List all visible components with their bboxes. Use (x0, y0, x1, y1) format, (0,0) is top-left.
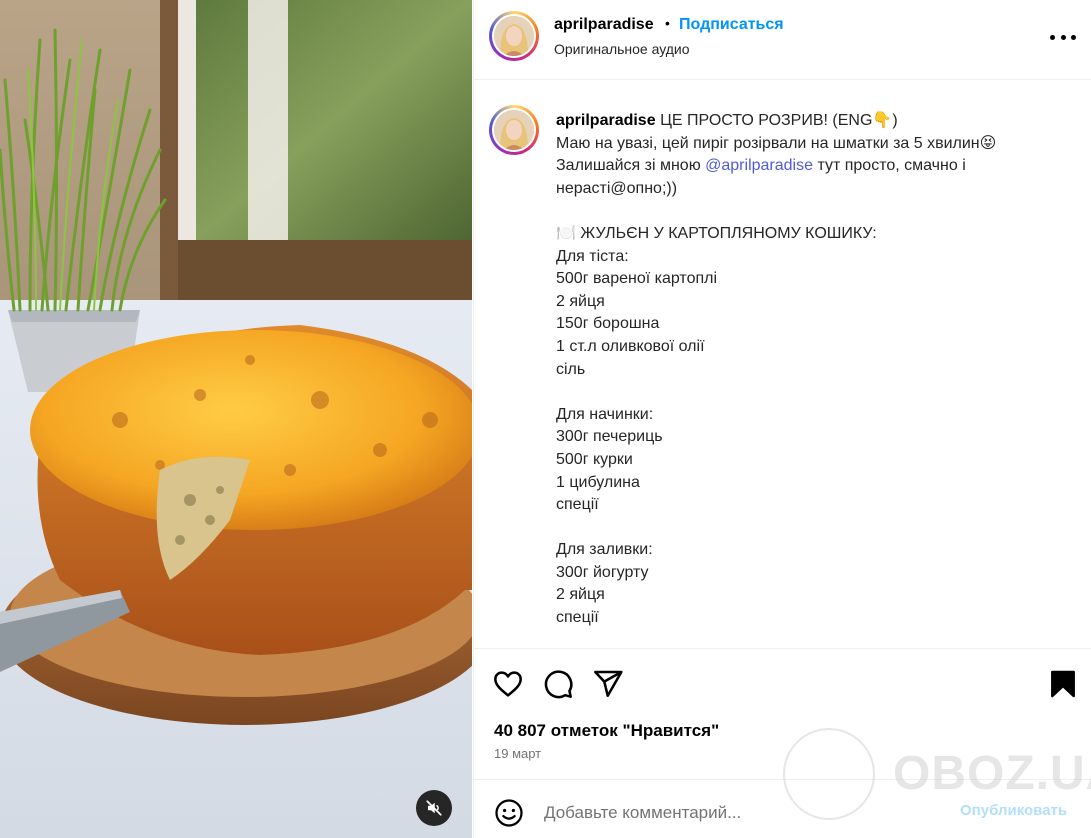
emoji-icon[interactable] (494, 798, 524, 828)
profile-photo-icon (494, 110, 534, 150)
caption-line (556, 381, 1071, 404)
caption-line: 500г вареної картоплі (556, 270, 718, 288)
pie-photo (0, 0, 472, 838)
caption-line: 500г курки (556, 450, 633, 468)
heart-icon[interactable] (492, 668, 524, 700)
caption-line: Для заливки: (556, 541, 653, 559)
publish-button[interactable]: Опубликовать (960, 802, 1067, 819)
audio-label[interactable]: Оригинальное аудио (554, 41, 690, 57)
follow-button[interactable]: Подписаться (679, 16, 784, 34)
post-date[interactable]: 19 март (494, 746, 541, 761)
caption-line: Маю на увазі, цей пиріг розірвали на шма… (556, 134, 997, 152)
caption-line: спеції (556, 496, 599, 514)
more-options-button[interactable] (1050, 26, 1076, 48)
comment-bar: Опубликовать (474, 781, 1091, 838)
more-dot (1060, 34, 1066, 40)
caption-line: Для тіста: (556, 247, 629, 265)
more-dot (1071, 34, 1076, 40)
comment-icon[interactable] (542, 668, 574, 700)
caption-line: 1 ст.л оливкової олії (556, 337, 705, 355)
post-panel: aprilparadise • Подписаться Оригинальное… (473, 0, 1091, 838)
action-bar: 40 807 отметок "Нравится" 19 март (474, 650, 1091, 780)
post-header: aprilparadise • Подписаться Оригинальное… (474, 0, 1091, 80)
caption-username[interactable]: aprilparadise (556, 112, 656, 129)
caption-line: сіль (556, 360, 586, 378)
caption-line: нерасті@опно;)) (556, 179, 678, 197)
caption-line-text: тут просто, смачно і (813, 157, 966, 175)
post-media[interactable] (0, 0, 472, 838)
caption-line: 2 яйця (556, 586, 605, 604)
mute-button[interactable] (416, 790, 452, 826)
caption-line: 1 цибулина (556, 473, 640, 491)
likes-count[interactable]: 40 807 отметок "Нравится" (494, 721, 719, 741)
caption-line: 🍽️ ЖУЛЬЄН У КАРТОПЛЯНОМУ КОШИКУ: (556, 224, 877, 242)
caption-line: Залишайся зі мною @aprilparadise тут про… (556, 155, 1071, 178)
separator-dot: • (665, 15, 670, 31)
caption-line-text: ЦЕ ПРОСТО РОЗРИВ! (ENG👇) (660, 112, 898, 129)
caption-line-text: Залишайся зі мною (556, 157, 706, 175)
share-icon[interactable] (592, 668, 624, 700)
caption-line (556, 200, 1071, 223)
caption-text: aprilparadise ЦЕ ПРОСТО РОЗРИВ! (ENG👇) М… (556, 110, 1071, 630)
caption-avatar[interactable] (489, 105, 539, 155)
muted-speaker-icon (426, 800, 442, 816)
caption-line: Для начинки: (556, 405, 654, 423)
caption-line: aprilparadise ЦЕ ПРОСТО РОЗРИВ! (ENG👇) (556, 110, 1071, 133)
caption-line: 300г йогурту (556, 563, 649, 581)
bookmark-icon[interactable] (1047, 668, 1079, 700)
caption-line (556, 517, 1071, 540)
caption-line: 2 яйця (556, 292, 605, 310)
avatar[interactable] (489, 11, 539, 61)
caption-line: спеції (556, 609, 599, 627)
profile-photo-icon (494, 16, 534, 56)
author-username[interactable]: aprilparadise (554, 16, 654, 34)
mention-link[interactable]: @aprilparadise (705, 157, 813, 174)
comment-input[interactable] (544, 801, 944, 825)
caption-section: aprilparadise ЦЕ ПРОСТО РОЗРИВ! (ENG👇) М… (474, 81, 1091, 649)
caption-line: 300г печериць (556, 428, 663, 446)
more-dots-icon (1050, 34, 1055, 40)
caption-line: 150г борошна (556, 315, 660, 333)
